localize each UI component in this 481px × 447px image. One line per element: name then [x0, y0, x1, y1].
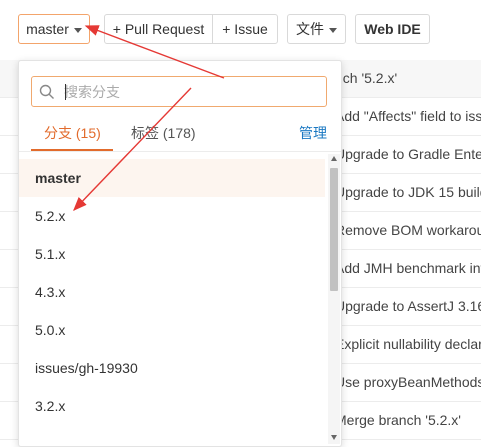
branch-item[interactable]: 5.0.x	[19, 311, 325, 349]
commit-message: Explicit nullability declar	[335, 336, 481, 352]
files-menu-button[interactable]: 文件	[287, 14, 346, 44]
scroll-down-arrow-icon[interactable]	[331, 435, 337, 440]
branch-item-current[interactable]: master	[19, 159, 325, 197]
web-ide-button[interactable]: Web IDE	[355, 14, 430, 44]
branch-list: master 5.2.x 5.1.x 4.3.x 5.0.x issues/gh…	[19, 159, 325, 446]
files-menu-label: 文件	[296, 21, 324, 37]
tab-branches[interactable]: 分支 (15)	[44, 123, 101, 143]
commit-message: Add JMH benchmark inf	[335, 260, 481, 276]
commit-message: Upgrade to JDK 15 build	[335, 184, 481, 200]
commit-message: Add "Affects" field to iss	[335, 108, 481, 124]
commit-message: Remove BOM workarou	[335, 222, 481, 238]
branch-search-input[interactable]	[64, 81, 314, 102]
search-icon	[39, 84, 54, 99]
branch-selector-label: master	[26, 21, 69, 37]
commit-message: Merge branch '5.2.x'	[335, 412, 461, 428]
active-tab-indicator	[31, 149, 113, 151]
text-cursor	[65, 84, 66, 100]
commit-message: Upgrade to AssertJ 3.16	[335, 298, 481, 314]
manage-link[interactable]: 管理	[299, 123, 327, 143]
branch-item[interactable]: 5.1.x	[19, 235, 325, 273]
new-pull-request-label: + Pull Request	[112, 21, 205, 37]
branch-item[interactable]: 5.2.x	[19, 197, 325, 235]
chevron-down-icon	[329, 27, 337, 33]
branch-tag-tabs: 分支 (15) 标签 (178) 管理	[19, 119, 341, 152]
new-issue-label: + Issue	[222, 21, 268, 37]
chevron-down-icon	[73, 27, 82, 33]
commit-message: Use proxyBeanMethods	[335, 374, 481, 390]
branch-item[interactable]: 3.2.x	[19, 387, 325, 425]
branch-item[interactable]: issues/gh-19930	[19, 349, 325, 387]
new-issue-button[interactable]: + Issue	[212, 14, 278, 44]
scrollbar[interactable]	[328, 154, 340, 444]
commit-message: Upgrade to Gradle Ente	[335, 146, 481, 162]
branch-item[interactable]: 4.3.x	[19, 273, 325, 311]
tab-tags[interactable]: 标签 (178)	[131, 123, 196, 143]
new-pull-request-button[interactable]: + Pull Request	[104, 14, 213, 44]
branch-search-box[interactable]	[31, 76, 327, 107]
branch-selector-button[interactable]: master	[18, 14, 90, 44]
web-ide-label: Web IDE	[364, 21, 421, 37]
branch-dropdown: 分支 (15) 标签 (178) 管理 master 5.2.x 5.1.x 4…	[18, 60, 342, 447]
scroll-thumb[interactable]	[330, 168, 338, 291]
scroll-up-arrow-icon[interactable]	[331, 156, 337, 161]
commit-message: nch '5.2.x'	[335, 70, 398, 86]
